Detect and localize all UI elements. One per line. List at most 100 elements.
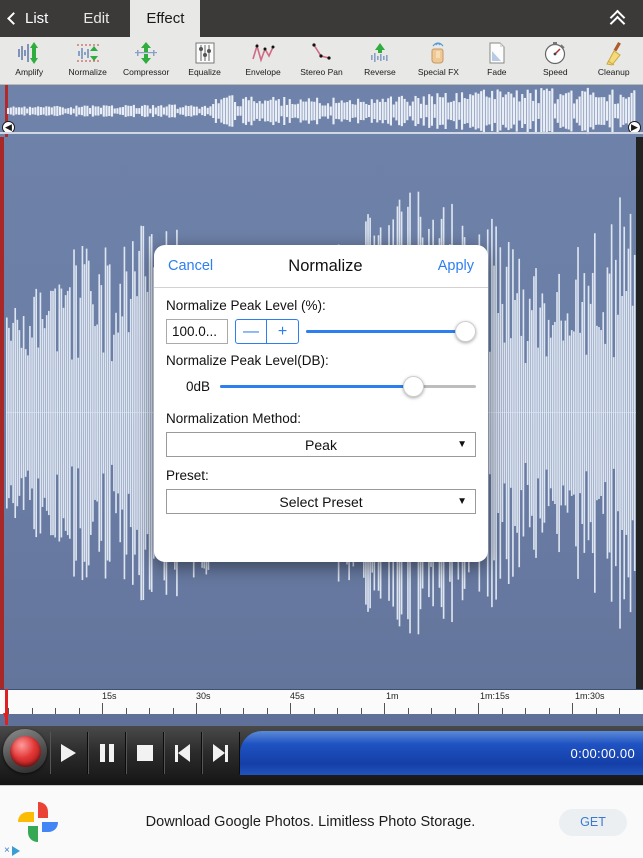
effect-button-equalize[interactable]: Equalize xyxy=(175,37,233,77)
peak-db-slider[interactable] xyxy=(220,374,476,399)
time-display-field[interactable]: 0:00:00.00 xyxy=(240,731,643,775)
ruler-label: 1m:15s xyxy=(480,691,510,701)
effect-label: Reverse xyxy=(364,67,396,77)
reverse-icon xyxy=(367,40,393,66)
ruler-tick xyxy=(290,703,291,714)
tab-edit[interactable]: Edit xyxy=(62,0,130,37)
effect-label: Special FX xyxy=(417,67,459,77)
preset-value: Select Preset xyxy=(279,493,363,510)
method-label: Normalization Method: xyxy=(166,411,302,426)
ruler-label: 1m:30s xyxy=(575,691,605,701)
effect-label: Normalize xyxy=(68,67,107,77)
effect-label: Equalize xyxy=(188,67,221,77)
ruler-tick xyxy=(196,703,197,714)
stop-button[interactable] xyxy=(126,732,164,774)
skip-to-start-icon xyxy=(175,744,190,762)
peak-db-row: 0dB xyxy=(166,374,476,399)
collapse-toolbar-button[interactable] xyxy=(597,0,643,37)
peak-percent-decrement-button[interactable]: — xyxy=(236,320,267,343)
transport-bar: 0:00:00.00 xyxy=(0,726,643,785)
effect-button-stereo-pan[interactable]: Stereo Pan xyxy=(292,37,350,77)
envelope-icon xyxy=(250,40,276,66)
effect-button-cleanup[interactable]: Cleanup xyxy=(585,37,643,77)
effect-label: Compressor xyxy=(122,67,170,77)
effect-button-normalize[interactable]: Normalize xyxy=(58,37,116,77)
peak-percent-slider-fill xyxy=(306,330,465,333)
peak-percent-slider-thumb[interactable] xyxy=(455,321,476,342)
ad-close-group[interactable]: × xyxy=(4,845,20,856)
record-icon xyxy=(9,735,41,767)
audio-editor-app: List Edit Effect Amplify Normalize Compres… xyxy=(0,0,643,858)
chevron-down-icon: ▼ xyxy=(457,496,467,507)
effect-label: Speed xyxy=(543,67,568,77)
ruler-label: 1m xyxy=(386,691,399,701)
dialog-title: Normalize xyxy=(288,256,363,275)
ad-close-icon[interactable]: × xyxy=(4,845,10,856)
ad-get-label: GET xyxy=(580,815,606,829)
tabbar-spacer xyxy=(200,0,597,37)
effect-button-reverse[interactable]: Reverse xyxy=(351,37,409,77)
apply-button[interactable]: Apply xyxy=(438,258,474,274)
waveform-left-edge xyxy=(0,137,4,689)
cleanup-icon xyxy=(601,40,627,66)
stop-icon xyxy=(136,745,153,761)
record-button[interactable] xyxy=(3,729,47,773)
effect-button-compressor[interactable]: Compressor xyxy=(117,37,175,77)
peak-percent-stepper: — + xyxy=(235,319,299,344)
amplify-icon xyxy=(16,40,42,66)
effect-label: Fade xyxy=(487,67,507,77)
overview-divider xyxy=(0,132,643,134)
tab-effect[interactable]: Effect xyxy=(130,0,201,37)
effect-label: Stereo Pan xyxy=(300,67,343,77)
effect-button-special-fx[interactable]: Special FX xyxy=(409,37,467,77)
ruler-label: 45s xyxy=(290,691,305,701)
peak-percent-input[interactable]: 100.0... xyxy=(166,319,228,344)
ruler-tick xyxy=(384,703,385,714)
playhead-marker[interactable] xyxy=(3,689,9,725)
dialog-header: Cancel Normalize Apply xyxy=(154,245,488,288)
google-photos-logo xyxy=(18,802,58,842)
ruler-tick xyxy=(102,703,103,714)
effect-button-speed[interactable]: Speed xyxy=(526,37,584,77)
tab-effect-label: Effect xyxy=(146,10,185,27)
play-icon xyxy=(61,744,76,762)
effect-button-fade[interactable]: Fade xyxy=(468,37,526,77)
back-to-list-button[interactable]: List xyxy=(0,0,62,37)
normalize-dialog: Cancel Normalize Apply Normalize Peak Le… xyxy=(154,245,488,562)
tab-edit-label: Edit xyxy=(83,10,110,27)
waveform-overview[interactable]: ◀ ▶ xyxy=(0,85,643,137)
effect-button-envelope[interactable]: Envelope xyxy=(234,37,292,77)
peak-db-slider-fill xyxy=(220,385,414,388)
effects-toolbar: Amplify Normalize Compressor Equalize Envelo… xyxy=(0,37,643,85)
equalize-icon xyxy=(192,40,218,66)
speed-icon xyxy=(542,40,568,66)
skip-to-end-button[interactable] xyxy=(202,732,240,774)
ad-get-button[interactable]: GET xyxy=(559,808,627,836)
overview-waveform xyxy=(7,87,636,135)
peak-db-label: Normalize Peak Level(DB): xyxy=(166,353,329,368)
ad-banner[interactable]: Download Google Photos. Limitless Photo … xyxy=(0,785,643,858)
special-fx-icon xyxy=(425,40,451,66)
timeline-ruler[interactable]: 15s 30s 45s 1m 1m:15s 1m:30s xyxy=(0,689,643,714)
effect-label: Envelope xyxy=(245,67,281,77)
normalization-method-select[interactable]: Peak ▼ xyxy=(166,432,476,457)
peak-percent-value: 100.0... xyxy=(172,324,218,339)
preset-label: Preset: xyxy=(166,468,209,483)
dialog-body: Normalize Peak Level (%): 100.0... — + N… xyxy=(154,288,488,514)
preset-select[interactable]: Select Preset ▼ xyxy=(166,489,476,514)
skip-to-start-button[interactable] xyxy=(164,732,202,774)
effect-button-amplify[interactable]: Amplify xyxy=(0,37,58,77)
pause-button[interactable] xyxy=(88,732,126,774)
chevron-left-icon xyxy=(7,11,20,25)
stereo-pan-icon xyxy=(308,40,334,66)
adchoices-icon[interactable] xyxy=(11,845,20,856)
effect-label: Amplify xyxy=(15,67,44,77)
peak-percent-slider[interactable] xyxy=(306,319,476,344)
ruler-tick xyxy=(478,703,479,714)
skip-to-end-icon xyxy=(213,744,228,762)
peak-db-slider-thumb[interactable] xyxy=(403,376,425,397)
peak-db-value: 0dB xyxy=(185,379,210,394)
cancel-button[interactable]: Cancel xyxy=(168,258,213,274)
play-button[interactable] xyxy=(50,732,88,774)
peak-percent-increment-button[interactable]: + xyxy=(267,320,298,343)
